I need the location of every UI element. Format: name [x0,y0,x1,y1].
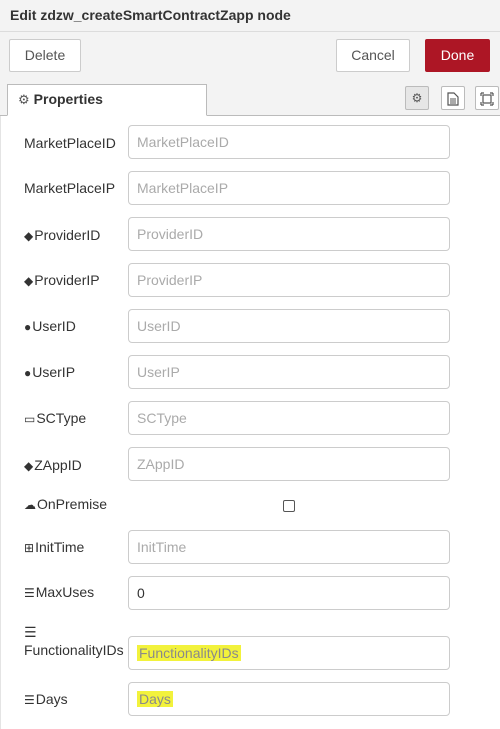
maxuses-label: ☰MaxUses [24,583,94,602]
gear-icon: ⚙ [411,91,423,105]
marketplaceid-label: MarketPlaceID [24,135,116,151]
maxuses-input[interactable]: 0 [128,576,450,610]
tag-icon: ◆ [24,274,34,288]
properties-panel: MarketPlaceID MarketPlaceID MarketPlaceI… [0,116,500,729]
tag-icon: ◆ [24,459,34,473]
userip-input[interactable]: UserIP [128,355,450,389]
dialog-toolbar: Delete Cancel Done [0,32,500,80]
credit-card-icon: ▭ [24,412,36,426]
gear-icon: ⚙ [18,92,30,107]
marketplaceid-input[interactable]: MarketPlaceID [128,125,450,159]
functionalityids-input[interactable]: FunctionalityIDs [128,636,450,670]
list-icon: ☰ [24,693,35,707]
sctype-input[interactable]: SCType [128,401,450,435]
cancel-button[interactable]: Cancel [336,39,410,72]
userid-label-text: UserID [32,318,76,334]
document-icon [447,92,459,106]
sctype-label: ▭SCType [24,409,86,428]
zappid-input[interactable]: ZAppID [128,447,450,481]
zappid-label: ◆ZAppID [24,456,82,475]
inittime-label: ⊞InitTime [24,538,84,557]
inittime-input[interactable]: InitTime [128,530,450,564]
frame-icon [480,92,494,106]
onpremise-label-text: OnPremise [37,496,108,512]
tab-properties[interactable]: ⚙ Properties [7,84,207,116]
user-icon: ● [24,320,32,334]
providerid-label: ◆ProviderID [24,226,100,245]
zappid-label-text: ZAppID [34,457,82,473]
sctype-label-text: SCType [36,410,87,426]
functionalityids-label-text: FunctionalityIDs [24,642,124,658]
days-placeholder: Days [137,691,173,707]
days-label-text: Days [35,691,68,707]
node-description-button[interactable] [441,86,465,110]
inittime-label-text: InitTime [35,539,85,555]
functionalityids-label: ☰ FunctionalityIDs [24,623,124,659]
delete-button[interactable]: Delete [9,39,81,72]
user-icon: ● [24,366,32,380]
providerip-label-text: ProviderIP [34,272,100,288]
cloud-icon: ☁ [24,498,36,512]
onpremise-label: ☁OnPremise [24,495,107,514]
userid-input[interactable]: UserID [128,309,450,343]
functionalityids-placeholder: FunctionalityIDs [137,645,241,661]
tag-icon: ◆ [24,229,34,243]
calendar-plus-icon: ⊞ [24,541,35,555]
node-settings-button[interactable]: ⚙ [405,86,429,110]
node-appearance-button[interactable] [475,86,499,110]
userip-label-text: UserIP [32,364,76,380]
days-input[interactable]: Days [128,682,450,716]
tab-properties-label: Properties [33,91,103,107]
days-label: ☰Days [24,690,68,709]
userid-label: ●UserID [24,317,76,336]
onpremise-checkbox[interactable] [283,500,295,512]
list-icon: ☰ [24,624,37,640]
done-button[interactable]: Done [425,39,490,72]
marketplaceip-input[interactable]: MarketPlaceIP [128,171,450,205]
userip-label: ●UserIP [24,363,75,382]
providerip-label: ◆ProviderIP [24,271,100,290]
dialog-title: Edit zdzw_createSmartContractZapp node [0,0,500,32]
marketplaceip-label: MarketPlaceIP [24,180,116,196]
providerid-label-text: ProviderID [34,227,101,243]
list-icon: ☰ [24,586,35,600]
maxuses-label-text: MaxUses [35,584,95,600]
providerip-input[interactable]: ProviderIP [128,263,450,297]
providerid-input[interactable]: ProviderID [128,217,450,251]
